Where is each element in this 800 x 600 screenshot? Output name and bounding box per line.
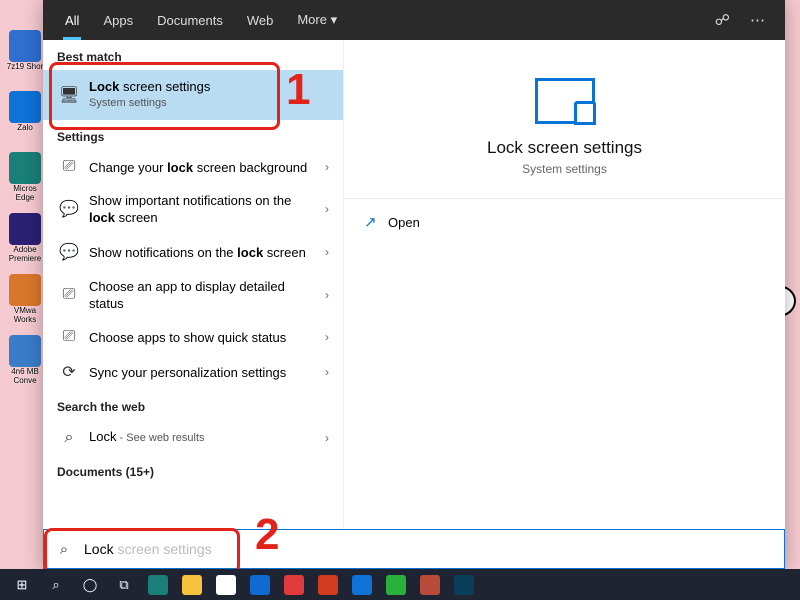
hero-title: Lock screen settings [487,138,642,158]
open-icon: ↗ [364,213,388,231]
settings-result-0[interactable]: ⎚Change your lock screen background› [43,150,343,184]
settings-result-5[interactable]: ⟳Sync your personalization settings› [43,354,343,390]
preview-pane: Lock screen settings System settings ↗ O… [344,40,785,529]
result-lock-screen-settings[interactable]: 🖥 Lock screen settings System settings [43,70,343,120]
tab-web[interactable]: Web [235,0,286,40]
group-settings: Settings [43,120,343,150]
desktop-icon-0[interactable]: 7z19 Shor [5,30,45,85]
lock-screen-hero-icon [535,78,595,124]
search-icon: ⌕ [57,429,81,447]
settings-result-3[interactable]: ⎚Choose an app to display detailed statu… [43,270,343,320]
chevron-right-icon: › [325,288,335,302]
taskbar-line[interactable] [380,571,412,599]
search-tabs: All Apps Documents Web More ▾ ☍ ⋯ [43,0,785,40]
taskbar-taskview[interactable]: ⧉ [108,571,140,599]
taskbar-explorer[interactable] [176,571,208,599]
results-list: Best match 🖥 Lock screen settings System… [43,40,344,529]
tab-documents[interactable]: Documents [145,0,235,40]
setting-icon: ⎚ [57,286,81,304]
hero-subtitle: System settings [522,162,607,176]
chevron-right-icon: › [325,160,335,174]
more-options-icon[interactable]: ⋯ [740,11,775,29]
desktop-icon-3[interactable]: Adobe Premiere [5,213,45,268]
result-web-lock[interactable]: ⌕ Lock - See web results › [43,420,343,455]
taskbar-office[interactable] [312,571,344,599]
setting-icon: 💬 [57,242,81,262]
search-suggestion-ghost: screen settings [114,541,212,557]
taskbar-store[interactable] [210,571,242,599]
group-best-match: Best match [43,40,343,70]
desktop-icon-4[interactable]: VMwa Works [5,274,45,329]
chevron-right-icon: › [325,330,335,344]
chevron-right-icon: › [325,365,335,379]
settings-result-2[interactable]: 💬Show notifications on the lock screen› [43,234,343,270]
settings-result-1[interactable]: 💬Show important notifications on the loc… [43,184,343,234]
start-search-panel: All Apps Documents Web More ▾ ☍ ⋯ Best m… [43,0,785,569]
settings-result-4[interactable]: ⎚Choose apps to show quick status› [43,320,343,354]
search-icon: ⌕ [44,541,84,558]
chevron-right-icon: › [325,202,335,216]
monitor-lock-icon: 🖥 [57,85,81,105]
setting-icon: ⎚ [57,328,81,346]
taskbar-cortana[interactable]: ◯ [74,571,106,599]
taskbar-photoshop[interactable] [448,571,480,599]
search-typed-text: Lock [84,541,114,557]
taskbar-gift[interactable] [278,571,310,599]
chevron-right-icon: › [325,431,335,445]
group-documents: Documents (15+) [43,455,343,485]
taskbar-edge[interactable] [142,571,174,599]
taskbar-mail[interactable] [244,571,276,599]
tab-all[interactable]: All [53,0,91,40]
search-bar[interactable]: ⌕ Lock screen settings [43,529,785,569]
chevron-right-icon: › [325,245,335,259]
taskbar-search[interactable]: ⌕ [40,571,72,599]
desktop-icon-5[interactable]: 4n6 MB Conve [5,335,45,390]
setting-icon: ⟳ [57,362,81,382]
taskbar-zalo[interactable] [346,571,378,599]
tab-more[interactable]: More ▾ [285,0,349,40]
taskbar: ⊞⌕◯⧉ [0,569,800,600]
group-search-web: Search the web [43,390,343,420]
taskbar-start[interactable]: ⊞ [6,571,38,599]
taskbar-chrome[interactable] [414,571,446,599]
open-action[interactable]: ↗ Open [344,199,785,245]
tab-apps[interactable]: Apps [91,0,145,40]
setting-icon: ⎚ [57,158,81,176]
desktop-icon-2[interactable]: Micros Edge [5,152,45,207]
feedback-icon[interactable]: ☍ [705,11,740,29]
setting-icon: 💬 [57,199,81,219]
desktop-icon-1[interactable]: Zalo [5,91,45,146]
